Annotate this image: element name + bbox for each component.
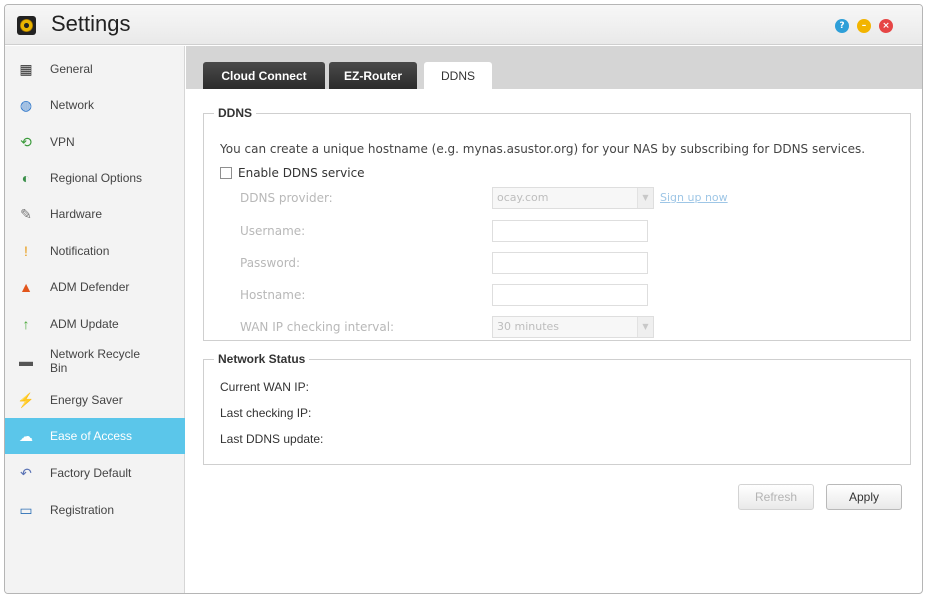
sidebar-item-hardware[interactable]: ✎ Hardware (5, 196, 185, 232)
sidebar-item-label: Hardware (50, 207, 103, 221)
tab-ddns[interactable]: DDNS (424, 62, 492, 89)
energy-saver-icon: ⚡ (17, 391, 35, 408)
sidebar-item-general[interactable]: ▦ General (5, 51, 185, 87)
sign-up-link[interactable]: Sign up now (660, 191, 728, 204)
title-bar[interactable]: Settings ? – × (5, 5, 922, 45)
notification-icon: ! (24, 243, 28, 259)
settings-app-icon (17, 16, 36, 35)
sidebar-item-regional-options[interactable]: ◐ Regional Options (5, 160, 185, 196)
ddns-group: DDNS You can create a unique hostname (e… (203, 106, 911, 341)
wan-ip-interval-select[interactable]: 30 minutes ▼ (492, 316, 654, 338)
settings-window: Settings ? – × ▦ General ◍ Network ⟲ VPN ◐ Regi… (4, 4, 923, 594)
close-icon[interactable]: × (879, 19, 893, 33)
ddns-provider-value: ocay.com (497, 191, 549, 204)
sidebar-item-adm-defender[interactable]: ▲ ADM Defender (5, 269, 185, 305)
wan-ip-interval-label: WAN IP checking interval: (240, 320, 395, 334)
ddns-legend: DDNS (214, 106, 257, 120)
adm-defender-icon: ▲ (19, 279, 33, 295)
network-status-group: Network Status Current WAN IP: Last chec… (203, 352, 911, 465)
tab-strip: Cloud Connect EZ-Router DDNS (186, 46, 922, 89)
refresh-button[interactable]: Refresh (738, 484, 814, 510)
sidebar-item-notification[interactable]: ! Notification (5, 233, 185, 269)
regional-options-icon: ◐ (21, 170, 31, 186)
password-input[interactable] (492, 252, 648, 274)
sidebar-item-label: Regional Options (50, 171, 143, 185)
current-wan-ip-label: Current WAN IP: (220, 380, 309, 394)
vpn-icon: ⟲ (20, 133, 32, 150)
sidebar-item-label: Notification (50, 244, 110, 258)
adm-update-arrow-icon: ↑ (22, 316, 30, 332)
ease-of-access-cloud-icon: ☁ (19, 427, 33, 444)
sidebar-item-label: Network (50, 98, 95, 112)
wan-ip-interval-value: 30 minutes (497, 320, 560, 333)
sidebar-item-network[interactable]: ◍ Network (5, 87, 185, 123)
minimize-icon[interactable]: – (857, 19, 871, 33)
network-globe-icon: ◍ (19, 96, 33, 113)
tab-ez-router[interactable]: EZ-Router (329, 62, 417, 89)
sidebar-item-label: Ease of Access (50, 429, 133, 443)
hardware-wrench-icon: ✎ (20, 205, 32, 222)
enable-ddns-checkbox[interactable] (220, 167, 232, 179)
last-checking-ip-label: Last checking IP: (220, 406, 312, 420)
chevron-down-icon[interactable]: ▼ (637, 317, 653, 337)
sidebar-item-label: ADM Defender (50, 280, 130, 294)
main-panel: Cloud Connect EZ-Router DDNS DDNS You ca… (186, 46, 922, 593)
sidebar-item-label: VPN (50, 135, 75, 149)
sidebar-item-adm-update[interactable]: ↑ ADM Update (5, 306, 185, 342)
sidebar-item-label: Energy Saver (50, 393, 123, 407)
ddns-provider-label: DDNS provider: (240, 191, 333, 205)
registration-icon: ▭ (19, 501, 33, 518)
help-icon[interactable]: ? (835, 19, 849, 33)
ddns-provider-select[interactable]: ocay.com ▼ (492, 187, 654, 209)
window-title: Settings (51, 11, 131, 36)
recycle-bin-icon: ▬ (19, 353, 33, 369)
hostname-label: Hostname: (240, 288, 306, 302)
hostname-input[interactable] (492, 284, 648, 306)
sidebar-item-energy-saver[interactable]: ⚡ Energy Saver (5, 382, 185, 418)
tab-cloud-connect[interactable]: Cloud Connect (203, 62, 325, 89)
sidebar-item-vpn[interactable]: ⟲ VPN (5, 124, 185, 160)
apply-button[interactable]: Apply (826, 484, 902, 510)
username-label: Username: (240, 224, 306, 238)
chevron-down-icon[interactable]: ▼ (637, 188, 653, 208)
enable-ddns-label[interactable]: Enable DDNS service (238, 166, 365, 180)
username-input[interactable] (492, 220, 648, 242)
settings-sidebar: ▦ General ◍ Network ⟲ VPN ◐ Regional Options ✎ Ha… (5, 46, 185, 593)
sidebar-item-network-recycle-bin[interactable]: ▬ Network Recycle Bin (5, 343, 185, 379)
sidebar-item-label: ADM Update (50, 317, 119, 331)
enable-ddns-row[interactable]: Enable DDNS service (220, 166, 365, 180)
network-status-legend: Network Status (214, 352, 310, 366)
sidebar-item-registration[interactable]: ▭ Registration (5, 492, 185, 528)
sidebar-item-label: Network Recycle Bin (50, 347, 141, 375)
last-ddns-update-label: Last DDNS update: (220, 432, 324, 446)
password-label: Password: (240, 256, 301, 270)
sidebar-item-label: Registration (50, 503, 115, 517)
sidebar-item-label: General (50, 62, 93, 76)
ddns-description: You can create a unique hostname (e.g. m… (220, 142, 866, 156)
general-icon: ▦ (19, 60, 33, 77)
sidebar-item-ease-of-access[interactable]: ☁ Ease of Access (5, 418, 185, 454)
sidebar-item-label: Factory Default (50, 466, 132, 480)
sidebar-item-factory-default[interactable]: ↶ Factory Default (5, 455, 185, 491)
factory-default-arrow-icon: ↶ (20, 464, 32, 481)
